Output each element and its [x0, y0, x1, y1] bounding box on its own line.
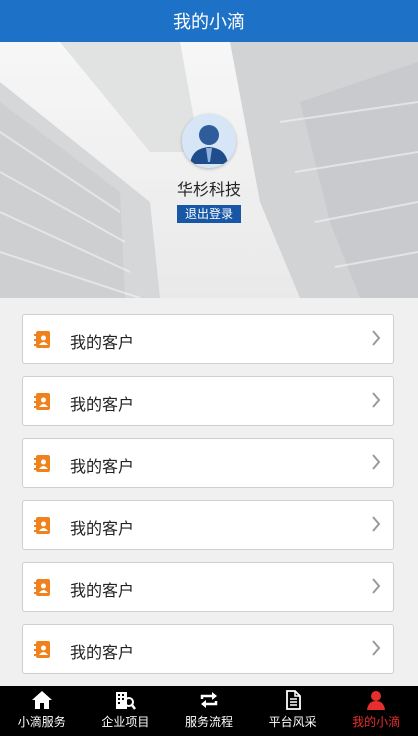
bottom-tab-bar: 小滴服务 企业项目 服务流程 平台风采 我的小滴 [0, 686, 418, 736]
menu-item-my-customers[interactable]: 我的客户 [22, 438, 394, 488]
tab-label: 平台风采 [268, 715, 317, 729]
tab-label: 我的小滴 [352, 715, 401, 729]
app-header: 我的小滴 [0, 0, 418, 42]
user-avatar-icon [182, 114, 236, 168]
menu-item-label: 我的客户 [70, 581, 135, 600]
contacts-book-icon [34, 640, 52, 659]
home-icon [31, 689, 53, 711]
contacts-book-icon [34, 516, 52, 535]
contacts-book-icon [34, 330, 52, 349]
tab-service-process[interactable]: 服务流程 [167, 686, 251, 736]
tab-xiaodi-service[interactable]: 小滴服务 [0, 686, 84, 736]
menu-item-label: 我的客户 [70, 395, 135, 414]
chevron-right-icon [371, 515, 381, 533]
tab-label: 小滴服务 [17, 715, 66, 729]
menu-item-label: 我的客户 [70, 333, 135, 352]
building-search-icon [114, 689, 137, 711]
chevron-right-icon [371, 329, 381, 347]
page-title: 我的小滴 [173, 12, 245, 33]
menu-item-my-customers[interactable]: 我的客户 [22, 376, 394, 426]
logout-button[interactable]: 退出登录 [176, 205, 241, 223]
document-icon [282, 689, 304, 711]
menu-item-my-customers[interactable]: 我的客户 [22, 500, 394, 550]
contacts-book-icon [34, 392, 52, 411]
tab-platform-showcase[interactable]: 平台风采 [251, 686, 335, 736]
menu-item-label: 我的客户 [70, 643, 135, 662]
chevron-right-icon [371, 639, 381, 657]
contacts-book-icon [34, 578, 52, 597]
menu-item-label: 我的客户 [70, 457, 135, 476]
chevron-right-icon [371, 577, 381, 595]
tab-label: 企业项目 [101, 715, 150, 729]
menu-item-my-customers[interactable]: 我的客户 [22, 562, 394, 612]
profile-hero: 华杉科技 退出登录 [0, 42, 418, 298]
user-icon [365, 689, 387, 711]
chevron-right-icon [371, 453, 381, 471]
refresh-arrows-icon [198, 689, 220, 711]
menu-item-my-customers[interactable]: 我的客户 [22, 314, 394, 364]
chevron-right-icon [371, 391, 381, 409]
contacts-book-icon [34, 454, 52, 473]
menu-item-label: 我的客户 [70, 519, 135, 538]
company-name: 华杉科技 [176, 180, 241, 199]
menu-item-my-customers[interactable]: 我的客户 [22, 624, 394, 674]
tab-label: 服务流程 [184, 715, 233, 729]
tab-my-xiaodi[interactable]: 我的小滴 [334, 686, 418, 736]
tab-enterprise-projects[interactable]: 企业项目 [84, 686, 168, 736]
